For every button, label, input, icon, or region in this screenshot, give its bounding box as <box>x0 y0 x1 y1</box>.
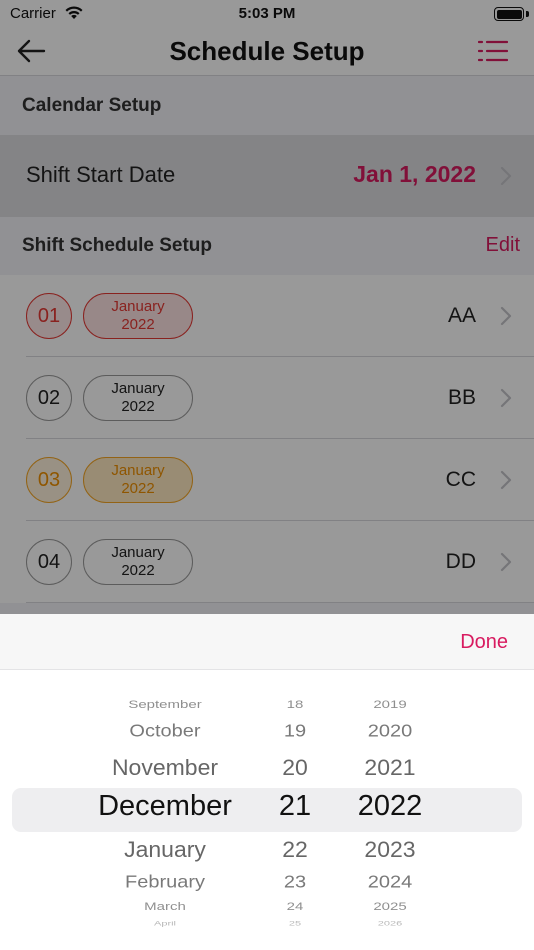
picker-day-item[interactable]: 20 <box>255 754 335 780</box>
picker-year-item[interactable]: 2026 <box>330 921 450 928</box>
picker-day-item[interactable]: 19 <box>255 721 335 742</box>
picker-month-item[interactable]: December <box>40 790 290 823</box>
picker-month-item[interactable]: September <box>40 698 290 711</box>
done-button[interactable]: Done <box>460 631 508 654</box>
picker-year-item[interactable]: 2023 <box>330 836 450 862</box>
day-wheel[interactable]: 171819202122232425 <box>255 670 335 950</box>
picker-year-item[interactable]: 2022 <box>330 790 450 823</box>
modal-dim-overlay[interactable] <box>0 0 534 614</box>
date-picker-wheel[interactable]: AugustSeptemberOctoberNovemberDecemberJa… <box>0 670 534 950</box>
picker-month-item[interactable]: November <box>40 754 290 780</box>
picker-month-item[interactable]: April <box>40 921 290 928</box>
year-wheel[interactable]: 201820192020202120222023202420252026 <box>330 670 450 950</box>
picker-toolbar: Done <box>0 614 534 670</box>
picker-month-item[interactable]: March <box>40 900 290 913</box>
picker-year-item[interactable]: 2024 <box>330 872 450 893</box>
picker-month-item[interactable]: January <box>40 836 290 862</box>
picker-month-item[interactable]: October <box>40 721 290 742</box>
picker-day-item[interactable]: 25 <box>255 921 335 928</box>
month-wheel[interactable]: AugustSeptemberOctoberNovemberDecemberJa… <box>40 670 290 950</box>
date-picker-sheet: Done AugustSeptemberOctoberNovemberDecem… <box>0 614 534 950</box>
picker-day-item[interactable]: 18 <box>255 698 335 711</box>
picker-day-item[interactable]: 23 <box>255 872 335 893</box>
picker-year-item[interactable]: 2025 <box>330 900 450 913</box>
picker-day-item[interactable]: 21 <box>255 790 335 823</box>
picker-year-item[interactable]: 2019 <box>330 698 450 711</box>
picker-day-item[interactable]: 22 <box>255 836 335 862</box>
picker-year-item[interactable]: 2021 <box>330 754 450 780</box>
picker-month-item[interactable]: February <box>40 872 290 893</box>
picker-day-item[interactable]: 24 <box>255 900 335 913</box>
picker-year-item[interactable]: 2020 <box>330 721 450 742</box>
